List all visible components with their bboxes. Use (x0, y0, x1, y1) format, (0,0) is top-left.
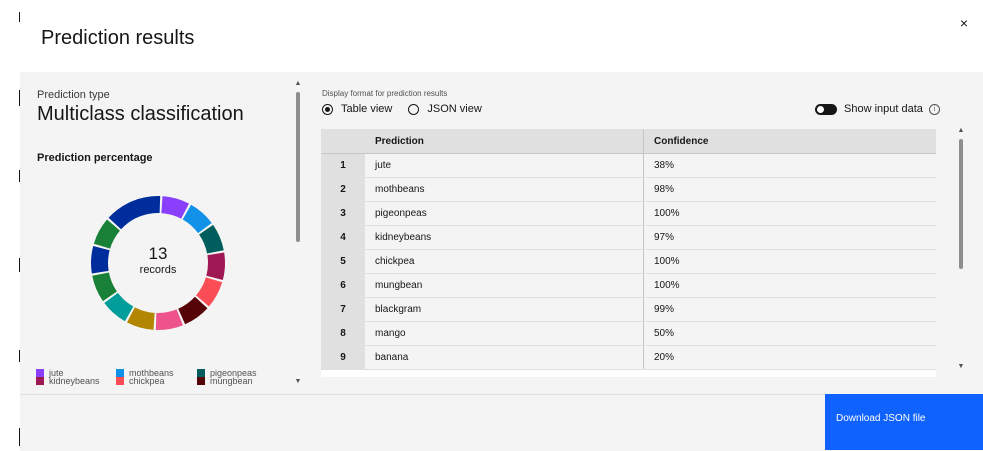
table-row: 1 jute 38% (321, 153, 936, 178)
row-index: 5 (321, 249, 365, 274)
table-row: 2 mothbeans 98% (321, 177, 936, 202)
modal-body: Prediction type Multiclass classificatio… (20, 72, 983, 394)
donut-slice-other-4[interactable] (108, 196, 161, 230)
legend-label: mungbean (210, 376, 253, 386)
table-view-label[interactable]: Table view (341, 103, 392, 115)
show-input-data-toggle-group: Show input data i (815, 103, 940, 115)
donut-record-label: records (139, 264, 177, 276)
summary-scrollbar[interactable]: ▲ ▼ (294, 80, 302, 390)
table-row: 8 mango 50% (321, 321, 936, 346)
json-view-radio[interactable] (408, 103, 420, 115)
json-view-label[interactable]: JSON view (427, 103, 481, 115)
results-panel: Display format for prediction results Ta… (320, 72, 983, 394)
legend-swatch (36, 377, 44, 385)
table-row: 3 pigeonpeas 100% (321, 201, 936, 226)
row-index: 1 (321, 153, 365, 178)
row-index: 4 (321, 225, 365, 250)
prediction-type-value: Multiclass classification (37, 103, 244, 125)
donut-slice-mango[interactable] (126, 307, 155, 330)
confidence-cell: 100% (643, 249, 936, 274)
row-index: 3 (321, 201, 365, 226)
close-icon[interactable]: × (960, 15, 968, 31)
prediction-cell: pigeonpeas (365, 201, 644, 226)
prediction-cell: jute (365, 153, 644, 178)
prediction-percentage-label: Prediction percentage (37, 152, 153, 164)
show-input-data-label: Show input data (844, 103, 923, 115)
confidence-cell: 100% (643, 201, 936, 226)
display-format-label: Display format for prediction results (322, 89, 448, 98)
confidence-cell: 97% (643, 225, 936, 250)
table-scrollbar[interactable]: ▲ ▼ (957, 127, 965, 377)
legend-item: kidneybeans (36, 376, 100, 386)
table-row: 9 banana 20% (321, 345, 936, 370)
confidence-column-header[interactable]: Confidence (643, 129, 936, 154)
display-format-radio-group: Table view JSON view (322, 103, 498, 115)
prediction-cell: chickpea (365, 249, 644, 274)
info-icon[interactable]: i (928, 103, 940, 115)
confidence-cell: 20% (643, 345, 936, 370)
results-table: Prediction Confidence 1 jute 38% 2 mothb… (321, 129, 936, 370)
row-index: 2 (321, 177, 365, 202)
prediction-cell: mango (365, 321, 644, 346)
index-column-header (321, 129, 365, 154)
scroll-up-icon[interactable]: ▲ (294, 80, 302, 87)
row-index: 7 (321, 297, 365, 322)
summary-panel: Prediction type Multiclass classificatio… (20, 72, 290, 394)
legend-item: mungbean (197, 376, 253, 386)
scroll-up-icon[interactable]: ▲ (957, 127, 965, 134)
table-row: 6 mungbean 100% (321, 273, 936, 298)
table-row: 4 kidneybeans 97% (321, 225, 936, 250)
row-index: 6 (321, 273, 365, 298)
prediction-cell: banana (365, 345, 644, 370)
confidence-cell: 38% (643, 153, 936, 178)
confidence-cell: 98% (643, 177, 936, 202)
scrollbar-thumb[interactable] (296, 92, 300, 242)
scroll-down-icon[interactable]: ▼ (957, 363, 965, 370)
table-row: 7 blackgram 99% (321, 297, 936, 322)
modal-title: Prediction results (41, 27, 195, 49)
donut-slice-blackgram[interactable] (155, 309, 183, 330)
row-index: 8 (321, 321, 365, 346)
prediction-cell: mothbeans (365, 177, 644, 202)
prediction-results-modal: Prediction results × Prediction type Mul… (20, 0, 983, 451)
confidence-cell: 99% (643, 297, 936, 322)
legend-label: chickpea (129, 376, 165, 386)
prediction-cell: kidneybeans (365, 225, 644, 250)
donut-slice-jute[interactable] (161, 196, 190, 219)
scrollbar-thumb[interactable] (959, 139, 963, 269)
prediction-cell: blackgram (365, 297, 644, 322)
results-table-container: Prediction Confidence 1 jute 38% 2 mothb… (321, 129, 936, 377)
download-json-button[interactable]: Download JSON file (825, 394, 983, 450)
table-header-row: Prediction Confidence (321, 129, 936, 154)
show-input-data-toggle[interactable] (815, 103, 837, 115)
confidence-cell: 100% (643, 273, 936, 298)
prediction-column-header[interactable]: Prediction (365, 129, 644, 154)
prediction-type-label: Prediction type (37, 89, 110, 101)
prediction-donut-chart: 13 records (88, 188, 228, 338)
donut-record-count: 13 (148, 244, 168, 263)
row-index: 9 (321, 345, 365, 370)
legend-label: kidneybeans (49, 376, 100, 386)
legend-swatch (116, 377, 124, 385)
table-view-radio[interactable] (322, 103, 333, 115)
scroll-down-icon[interactable]: ▼ (294, 378, 302, 385)
legend-swatch (197, 377, 205, 385)
confidence-cell: 50% (643, 321, 936, 346)
legend-item: chickpea (116, 376, 165, 386)
background-edge (0, 0, 20, 450)
table-row: 5 chickpea 100% (321, 249, 936, 274)
prediction-cell: mungbean (365, 273, 644, 298)
